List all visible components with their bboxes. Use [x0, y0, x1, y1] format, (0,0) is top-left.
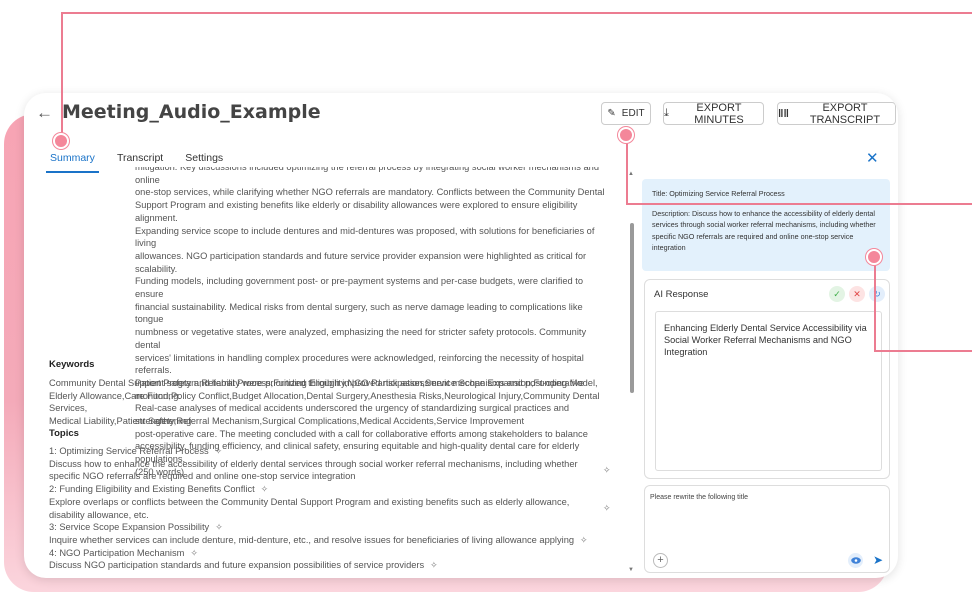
topic-title: 2: Funding Eligibility and Existing Bene…	[49, 484, 255, 495]
marker-line	[874, 350, 972, 352]
summary-line: Funding models, including government pos…	[135, 276, 584, 300]
magic-wand-icon[interactable]: ✧	[580, 534, 588, 547]
topic-description: Explore overlaps or conflicts between th…	[49, 496, 570, 520]
topic-description: Discuss how to enhance the accessibility…	[49, 458, 578, 482]
prompt-text: Please rewrite the following title	[650, 494, 749, 501]
topics-heading: Topics	[49, 428, 79, 439]
topic-desc-row: Explore overlaps or conflicts between th…	[49, 496, 637, 521]
marker-line	[626, 140, 628, 204]
refresh-icon[interactable]: ↻	[869, 286, 885, 302]
accept-check-icon[interactable]: ✓	[829, 286, 845, 302]
selected-topic-description: Description: Discuss how to enhance the …	[652, 208, 876, 253]
keywords-line: Elderly Allowance,Care Fund,Policy Confl…	[49, 390, 600, 414]
ai-response-box: AI Response ✓ ✕ ↻ Enhancing Elderly Dent…	[644, 279, 890, 479]
pencil-icon: ✎	[607, 108, 616, 119]
marker-dot	[53, 133, 69, 149]
keywords-text: Community Dental Support Program,Referra…	[49, 377, 637, 428]
magic-wand-icon[interactable]: ✧	[190, 547, 198, 560]
prompt-input[interactable]: Please rewrite the following title + ➤	[644, 485, 890, 573]
ai-side-panel: Title: Optimizing Service Referral Proce…	[642, 175, 892, 575]
topic-title-row: 2: Funding Eligibility and Existing Bene…	[49, 483, 637, 496]
magic-wand-icon[interactable]: ✧	[430, 559, 438, 572]
scrollbar[interactable]: ▲ ▼	[628, 171, 636, 573]
export-transcript-button[interactable]: ‖‖ EXPORT TRANSCRIPT	[777, 102, 896, 126]
topic-title: 3: Service Scope Expansion Possibility	[49, 522, 210, 533]
marker-line	[61, 12, 972, 14]
scroll-down-arrow-icon[interactable]: ▼	[628, 567, 634, 573]
marker-dot	[618, 127, 634, 143]
topics-list: 1: Optimizing Service Referral Process ✧…	[49, 445, 637, 572]
marker-line	[61, 12, 63, 140]
keywords-line: Community Dental Support Program,Referra…	[49, 378, 598, 388]
reject-x-icon[interactable]: ✕	[849, 286, 865, 302]
topic-desc-row: Discuss NGO participation standards and …	[49, 559, 637, 572]
columns-icon: ‖‖	[778, 107, 789, 120]
edit-button[interactable]: ✎ EDIT	[601, 102, 651, 125]
summary-line: post-operative care. The meeting conclud…	[135, 428, 588, 439]
header: ← Meeting_Audio_Example ✎ EDIT ⤓ EXPORT …	[24, 93, 898, 133]
app-window: ← Meeting_Audio_Example ✎ EDIT ⤓ EXPORT …	[24, 93, 898, 578]
summary-text: mitigation. Key discussions included opt…	[135, 167, 607, 479]
send-icon[interactable]: ➤	[873, 553, 883, 567]
marker-line	[626, 203, 972, 205]
ai-response-label: AI Response	[654, 289, 709, 300]
back-arrow-icon[interactable]: ←	[36, 103, 53, 123]
topic-title: 1: Optimizing Service Referral Process	[49, 446, 209, 456]
selected-topic-title: Title: Optimizing Service Referral Proce…	[652, 189, 785, 198]
export-minutes-button[interactable]: ⤓ EXPORT MINUTES	[663, 102, 764, 126]
summary-content: mitigation. Key discussions included opt…	[49, 167, 637, 578]
add-icon[interactable]: +	[653, 553, 668, 568]
magic-wand-icon[interactable]: ✧	[215, 521, 223, 534]
close-icon[interactable]: ✕	[866, 149, 879, 167]
summary-line: mitigation. Key discussions included opt…	[135, 167, 600, 185]
scroll-up-arrow-icon[interactable]: ▲	[628, 171, 634, 177]
topic-title-row: 1: Optimizing Service Referral Process ✧	[49, 445, 637, 458]
topic-description: Inquire whether services can include den…	[49, 534, 575, 545]
summary-line: numbness or vegetative states, were anal…	[135, 327, 587, 350]
magic-wand-icon[interactable]: ✧	[261, 483, 269, 496]
page-title: Meeting_Audio_Example	[62, 101, 321, 123]
selected-topic-box: Title: Optimizing Service Referral Proce…	[642, 179, 890, 271]
magic-wand-icon[interactable]: ✧	[603, 464, 611, 483]
topic-title: 4: NGO Participation Mechanism	[49, 547, 185, 558]
summary-line: Expanding service scope to include dentu…	[135, 225, 595, 249]
summary-line: allowances. NGO participation standards …	[135, 250, 587, 274]
marker-line	[874, 263, 876, 351]
summary-line: financial sustainability. Medical risks …	[135, 301, 583, 325]
topic-desc-row: Discuss how to enhance the accessibility…	[49, 458, 637, 483]
topic-description: Discuss NGO participation standards and …	[49, 560, 425, 571]
keywords-heading: Keywords	[49, 359, 95, 370]
magic-wand-icon[interactable]: ✧	[603, 502, 611, 521]
summary-line: services' limitations in handling comple…	[135, 352, 584, 376]
eye-icon[interactable]	[848, 553, 863, 568]
ai-actions: ✓ ✕ ↻	[829, 286, 885, 302]
summary-line: one-stop services, while clarifying whet…	[135, 187, 605, 198]
download-icon: ⤓	[664, 107, 669, 119]
topic-title-row: 4: NGO Participation Mechanism ✧	[49, 547, 637, 560]
magic-wand-icon[interactable]: ✧	[215, 445, 223, 458]
scrollbar-thumb[interactable]	[630, 223, 634, 393]
summary-line: Support Program and existing benefits li…	[135, 200, 578, 223]
ai-response-text[interactable]: Enhancing Elderly Dental Service Accessi…	[655, 311, 882, 471]
topic-title-row: 3: Service Scope Expansion Possibility ✧	[49, 521, 637, 534]
marker-dot	[866, 249, 882, 265]
topic-desc-row: Inquire whether services can include den…	[49, 534, 637, 547]
keywords-line: Medical Liability,Patient Safety,Referra…	[49, 416, 525, 427]
